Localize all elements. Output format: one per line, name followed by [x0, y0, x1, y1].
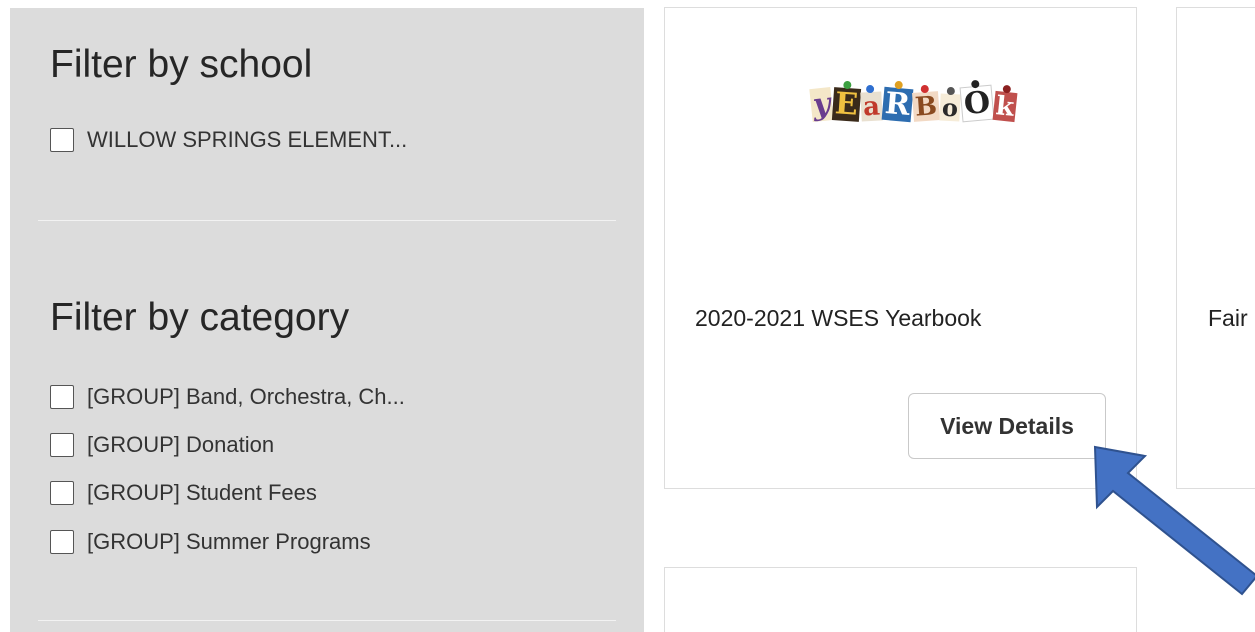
school-filter-label: WILLOW SPRINGS ELEMENT... [87, 127, 408, 152]
yearbook-logo-letter: R [881, 80, 914, 123]
yearbook-logo-letter: E [832, 80, 862, 123]
checkbox[interactable] [50, 530, 74, 554]
filter-by-school-title: Filter by school [50, 43, 313, 86]
yearbook-logo-letter: O [959, 79, 995, 123]
category-filter-label: [GROUP] Summer Programs [87, 529, 371, 554]
yearbook-logo-letter: o [939, 86, 961, 122]
filter-by-category-title: Filter by category [50, 296, 350, 339]
product-card[interactable] [664, 567, 1137, 632]
category-filter-label: [GROUP] Student Fees [87, 480, 317, 505]
section-divider [38, 620, 616, 621]
yearbook-logo-letter: y [809, 86, 835, 123]
product-title: 2020-2021 WSES Yearbook [695, 305, 982, 331]
product-card-fair[interactable]: Fair [1176, 7, 1255, 489]
product-title: Fair [1208, 305, 1248, 331]
checkbox[interactable] [50, 433, 74, 457]
yearbook-logo-letter: k [992, 84, 1018, 123]
section-divider [38, 220, 616, 221]
yearbook-logo: y E a R B o O k [809, 79, 1018, 123]
checkbox[interactable] [50, 481, 74, 505]
category-filter-band-orchestra[interactable]: [GROUP] Band, Orchestra, Ch... [50, 382, 405, 412]
filter-sidebar: Filter by school WILLOW SPRINGS ELEMENT.… [10, 8, 644, 632]
checkbox[interactable] [50, 385, 74, 409]
category-filter-donation[interactable]: [GROUP] Donation [50, 430, 274, 460]
yearbook-logo-letter: B [912, 84, 941, 123]
product-card-yearbook[interactable]: y E a R B o O k 2020-2021 WSES Yearbook … [664, 7, 1137, 489]
checkbox[interactable] [50, 128, 74, 152]
annotation-arrow-icon [1093, 445, 1255, 596]
category-filter-student-fees[interactable]: [GROUP] Student Fees [50, 478, 317, 508]
category-filter-label: [GROUP] Donation [87, 432, 275, 457]
yearbook-logo-letter: a [860, 84, 883, 122]
category-filter-summer-programs[interactable]: [GROUP] Summer Programs [50, 527, 371, 557]
view-details-button[interactable]: View Details [908, 393, 1106, 459]
category-filter-label: [GROUP] Band, Orchestra, Ch... [87, 384, 405, 409]
school-filter-willow-springs[interactable]: WILLOW SPRINGS ELEMENT... [50, 125, 407, 155]
